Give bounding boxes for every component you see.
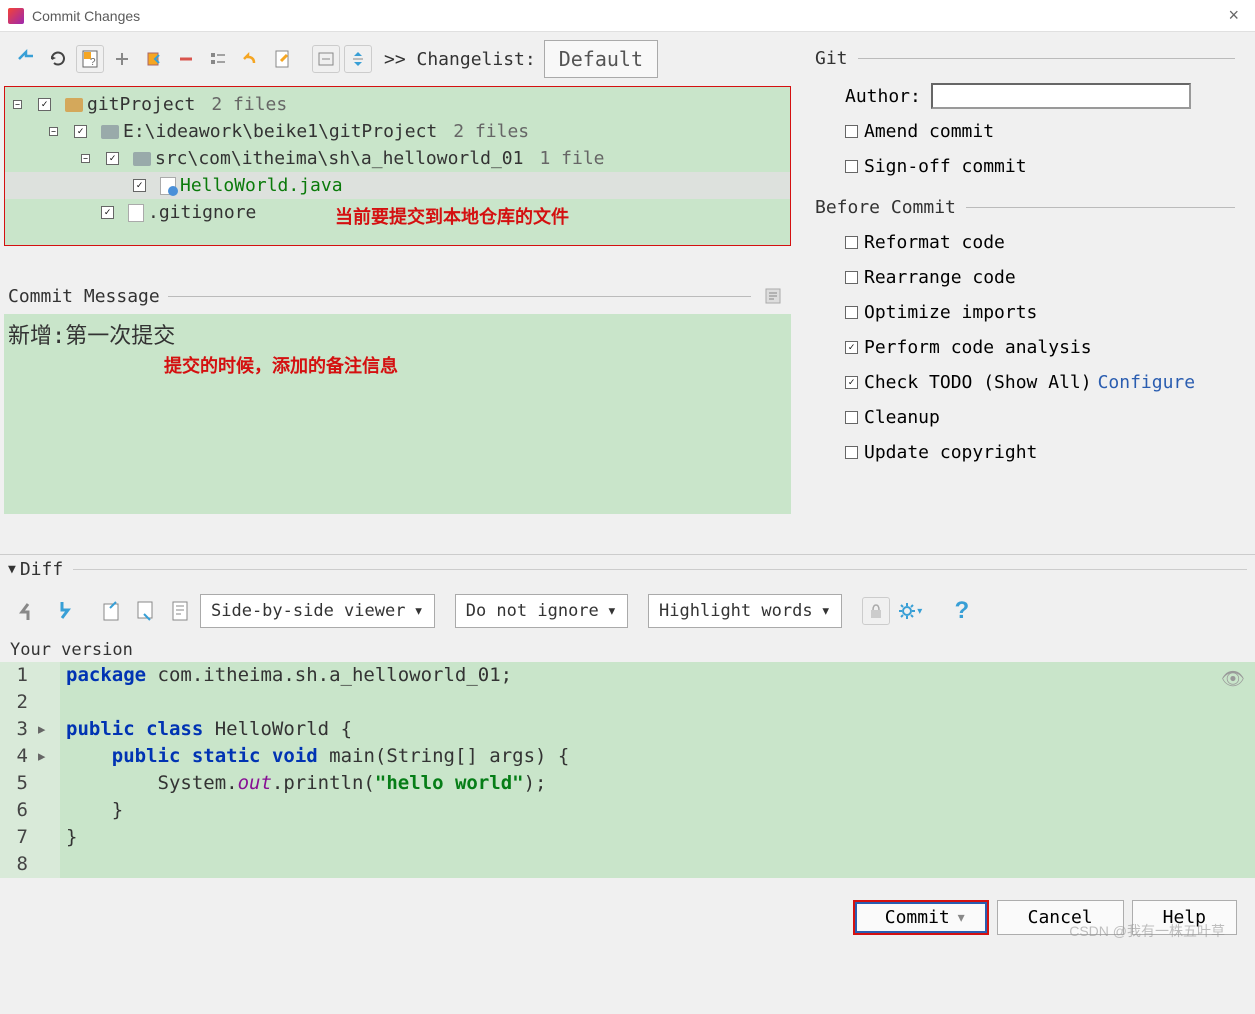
- commit-message-header: Commit Message: [8, 286, 160, 307]
- copyright-checkbox[interactable]: [845, 446, 858, 459]
- checkout-icon[interactable]: [12, 45, 40, 73]
- collapse-arrow-icon[interactable]: ▼: [8, 562, 16, 577]
- commit-message-input[interactable]: 新增:第一次提交 提交的时候，添加的备注信息: [4, 314, 791, 514]
- group-icon[interactable]: [204, 45, 232, 73]
- watermark: CSDN @我有一株五叶草: [1069, 921, 1225, 941]
- compare-next-icon[interactable]: [132, 597, 160, 625]
- checkbox[interactable]: ✓: [101, 206, 114, 219]
- revert-icon[interactable]: [140, 45, 168, 73]
- compare-prev-icon[interactable]: [98, 597, 126, 625]
- reformat-label: Reformat code: [864, 232, 1005, 253]
- svg-text:?: ?: [90, 57, 96, 68]
- tree-file1[interactable]: HelloWorld.java: [180, 175, 343, 196]
- code-viewer[interactable]: 12345678 ▸▸ package com.itheima.sh.a_hel…: [0, 662, 1255, 878]
- checkbox[interactable]: ✓: [133, 179, 146, 192]
- message-annotation: 提交的时候，添加的备注信息: [164, 352, 398, 378]
- tree-path-name[interactable]: E:\ideawork\beike1\gitProject: [123, 121, 437, 142]
- window-title: Commit Changes: [32, 8, 1220, 24]
- code-body: package com.itheima.sh.a_helloworld_01; …: [60, 662, 1255, 878]
- lock-icon[interactable]: [862, 597, 890, 625]
- next-diff-icon[interactable]: [48, 597, 76, 625]
- gear-icon[interactable]: ▾: [896, 597, 924, 625]
- signoff-label: Sign-off commit: [864, 156, 1027, 177]
- fold-column[interactable]: ▸▸: [36, 662, 60, 878]
- author-input[interactable]: [931, 83, 1191, 109]
- refresh-icon[interactable]: [44, 45, 72, 73]
- todo-label: Check TODO (Show All): [864, 372, 1092, 393]
- analysis-label: Perform code analysis: [864, 337, 1092, 358]
- file-tree: − ✓ gitProject 2 files − ✓ E:\ideawork\b…: [4, 86, 791, 246]
- history-icon[interactable]: [759, 282, 787, 310]
- expand-icon[interactable]: −: [81, 154, 90, 163]
- tree-path-count: 2 files: [453, 121, 529, 142]
- your-version-label: Your version: [0, 638, 1255, 662]
- folder-icon: [65, 98, 83, 112]
- analysis-checkbox[interactable]: ✓: [845, 341, 858, 354]
- signoff-checkbox[interactable]: [845, 160, 858, 173]
- git-section-header: Git: [815, 48, 848, 69]
- commit-button[interactable]: Commit▾: [853, 900, 989, 935]
- cleanup-label: Cleanup: [864, 407, 940, 428]
- highlight-dropdown[interactable]: Highlight words▾: [648, 594, 842, 628]
- remove-icon[interactable]: [172, 45, 200, 73]
- changelist-dropdown[interactable]: Default: [544, 40, 658, 78]
- optimize-label: Optimize imports: [864, 302, 1037, 323]
- collapse-icon[interactable]: [312, 45, 340, 73]
- checkbox[interactable]: ✓: [74, 125, 87, 138]
- edit-file-icon[interactable]: [268, 45, 296, 73]
- tree-src-count: 1 file: [539, 148, 604, 169]
- changelist-label: >> Changelist:: [384, 49, 536, 70]
- expand-icon[interactable]: −: [13, 100, 22, 109]
- file-tree-toolbar: ? >> Changelist: Default: [0, 32, 795, 86]
- cleanup-checkbox[interactable]: [845, 411, 858, 424]
- diff-header: Diff: [20, 559, 63, 580]
- rearrange-checkbox[interactable]: [845, 271, 858, 284]
- folder-icon: [101, 125, 119, 139]
- amend-label: Amend commit: [864, 121, 994, 142]
- close-icon[interactable]: ×: [1220, 5, 1247, 26]
- author-label: Author:: [845, 86, 921, 107]
- tree-src-name[interactable]: src\com\itheima\sh\a_helloworld_01: [155, 148, 523, 169]
- rearrange-label: Rearrange code: [864, 267, 1016, 288]
- add-icon[interactable]: [108, 45, 136, 73]
- checkbox[interactable]: ✓: [38, 98, 51, 111]
- optimize-checkbox[interactable]: [845, 306, 858, 319]
- tree-root-count: 2 files: [211, 94, 287, 115]
- before-commit-header: Before Commit: [815, 197, 956, 218]
- ignore-dropdown[interactable]: Do not ignore▾: [455, 594, 628, 628]
- checkbox[interactable]: ✓: [106, 152, 119, 165]
- expand-icon[interactable]: −: [49, 127, 58, 136]
- reformat-checkbox[interactable]: [845, 236, 858, 249]
- edit-source-icon[interactable]: [166, 597, 194, 625]
- folder-icon: [133, 152, 151, 166]
- diff-icon[interactable]: ?: [76, 45, 104, 73]
- tree-annotation: 当前要提交到本地仓库的文件: [335, 203, 569, 229]
- configure-link[interactable]: Configure: [1098, 372, 1196, 393]
- todo-checkbox[interactable]: ✓: [845, 376, 858, 389]
- copyright-label: Update copyright: [864, 442, 1037, 463]
- file-icon: [128, 204, 144, 222]
- prev-diff-icon[interactable]: [14, 597, 42, 625]
- help-icon[interactable]: ?: [948, 597, 976, 625]
- app-icon: [8, 8, 24, 24]
- line-gutter: 12345678: [0, 662, 36, 878]
- tree-file2[interactable]: .gitignore: [148, 202, 256, 223]
- tree-root-name[interactable]: gitProject: [87, 94, 195, 115]
- amend-checkbox[interactable]: [845, 125, 858, 138]
- viewer-mode-dropdown[interactable]: Side-by-side viewer▾: [200, 594, 435, 628]
- eye-icon[interactable]: 👁: [1221, 666, 1245, 693]
- undo-icon[interactable]: [236, 45, 264, 73]
- java-file-icon: [160, 177, 176, 195]
- expand-all-icon[interactable]: [344, 45, 372, 73]
